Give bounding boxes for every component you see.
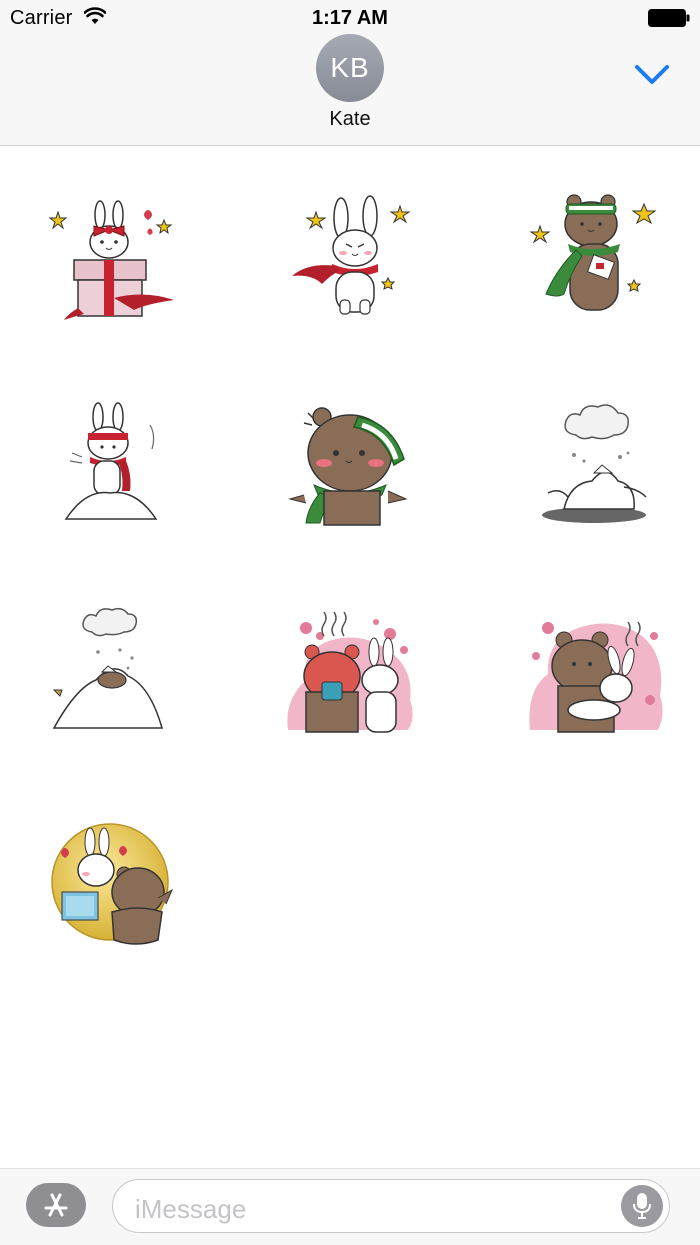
- contact-avatar[interactable]: KB: [316, 34, 384, 102]
- microphone-button[interactable]: [621, 1185, 663, 1227]
- chevron-down-icon[interactable]: [632, 60, 672, 88]
- microphone-icon: [633, 1193, 651, 1219]
- sticker-bear-snow-pile[interactable]: [40, 600, 180, 740]
- sticker-bear-green-scarf[interactable]: [524, 190, 664, 330]
- message-input-bar: iMessage: [0, 1168, 700, 1245]
- battery-full-icon: [648, 9, 690, 27]
- sticker-bunny-gift-box[interactable]: [40, 190, 180, 330]
- status-time: 1:17 AM: [312, 7, 388, 29]
- conversation-header: KB Kate: [0, 34, 700, 146]
- sticker-bear-hugging-bunny[interactable]: [524, 600, 664, 740]
- imessage-input[interactable]: iMessage: [112, 1179, 670, 1233]
- contact-name[interactable]: Kate: [0, 108, 700, 131]
- imessage-placeholder: iMessage: [135, 1194, 247, 1224]
- sticker-bear-bunny-hot-drink[interactable]: [280, 600, 420, 740]
- sticker-bunny-red-scarf[interactable]: [280, 190, 420, 330]
- app-store-icon: [44, 1193, 68, 1217]
- app-store-button[interactable]: [26, 1183, 86, 1227]
- sticker-circle-bunny-bear[interactable]: [40, 812, 180, 952]
- sticker-bunny-lying-snow-cloud[interactable]: [524, 395, 664, 535]
- sticker-bunny-headband-snow[interactable]: [40, 395, 180, 535]
- status-bar: Carrier 1:17 AM: [0, 0, 700, 36]
- sticker-bear-green-hat[interactable]: [280, 395, 420, 535]
